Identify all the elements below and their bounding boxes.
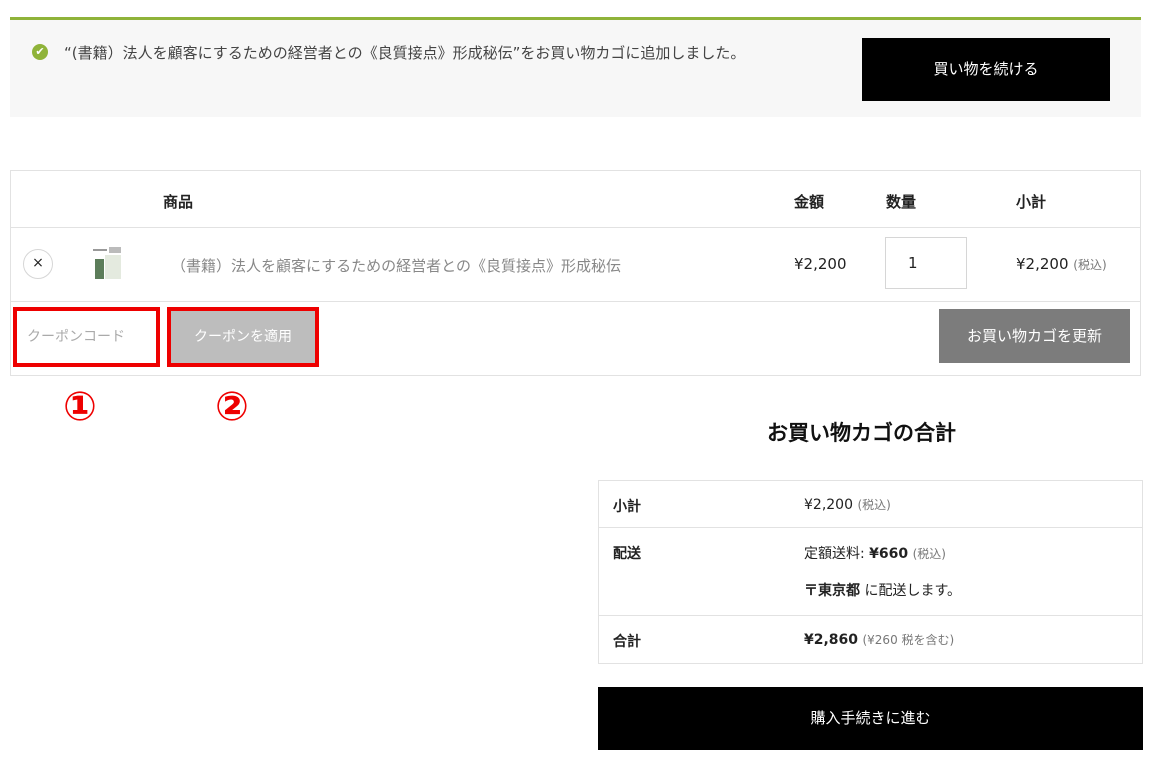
item-price: ¥2,200	[794, 255, 847, 273]
cart-totals-table: 小計 ¥2,200 (税込) 配送 定額送料: ¥660 (税込) 〒東京都 に…	[598, 480, 1143, 664]
shipping-amount: ¥660	[869, 546, 909, 562]
quantity-input[interactable]	[885, 237, 967, 289]
totals-row-shipping: 配送 定額送料: ¥660 (税込) 〒東京都 に配送します。	[599, 528, 1142, 616]
header-price: 金額	[794, 193, 825, 211]
item-subtotal-value: ¥2,200	[1016, 255, 1069, 273]
shipping-tax-note: (税込)	[912, 547, 946, 561]
product-thumbnail[interactable]	[91, 245, 125, 279]
apply-coupon-button[interactable]: クーポンを適用	[167, 307, 319, 367]
annotation-marker-2: ②	[215, 384, 249, 430]
shipping-destination: 〒東京都 に配送します。	[804, 580, 961, 600]
subtotal-label: 小計	[613, 499, 641, 515]
shipping-destination-suffix: に配送します。	[860, 583, 962, 599]
shipping-prefix: 定額送料:	[804, 546, 870, 562]
coupon-code-input[interactable]	[13, 307, 160, 367]
total-value-cell: ¥2,860 (¥260 税を含む)	[804, 631, 954, 648]
header-quantity: 数量	[886, 193, 917, 211]
remove-item-button[interactable]: ×	[23, 249, 53, 279]
header-product: 商品	[163, 193, 194, 211]
shipping-destination-name: 〒東京都	[804, 583, 860, 599]
subtotal-tax-note: (税込)	[857, 498, 891, 512]
totals-row-subtotal: 小計 ¥2,200 (税込)	[599, 481, 1142, 528]
total-label: 合計	[613, 634, 641, 650]
notice-message: “(書籍）法人を顧客にするための経営者との《良質接点》形成秘伝”をお買い物カゴに…	[64, 44, 746, 62]
product-name-link[interactable]: （書籍）法人を顧客にするための経営者との《良質接点》形成秘伝	[171, 255, 621, 276]
item-tax-note: (税込)	[1073, 258, 1107, 272]
shipping-label: 配送	[613, 546, 641, 562]
subtotal-value-cell: ¥2,200 (税込)	[804, 496, 891, 513]
update-cart-button[interactable]: お買い物カゴを更新	[939, 309, 1130, 363]
check-circle-icon: ✔	[32, 44, 48, 60]
totals-row-total: 合計 ¥2,860 (¥260 税を含む)	[599, 616, 1142, 663]
subtotal-value: ¥2,200	[804, 497, 853, 513]
header-subtotal: 小計	[1016, 193, 1047, 211]
cart-notice: ✔ “(書籍）法人を顧客にするための経営者との《良質接点》形成秘伝”をお買い物カ…	[10, 17, 1141, 117]
continue-shopping-button[interactable]: 買い物を続ける	[862, 38, 1110, 101]
proceed-to-checkout-button[interactable]: 購入手続きに進む	[598, 687, 1143, 750]
total-tax-note: (¥260 税を含む)	[862, 633, 955, 647]
cart-item-row: × （書籍）法人を顧客にするための経営者との《良質接点》形成秘伝 ¥2,200 …	[11, 227, 1140, 302]
item-subtotal: ¥2,200 (税込)	[1016, 255, 1107, 273]
annotation-marker-1: ①	[63, 384, 97, 430]
shipping-rate: 定額送料: ¥660 (税込)	[804, 543, 946, 563]
cart-table-header: 商品 金額 数量 小計	[11, 171, 1140, 228]
total-value: ¥2,860	[804, 632, 859, 648]
cart-totals-title: お買い物カゴの合計	[767, 421, 956, 445]
